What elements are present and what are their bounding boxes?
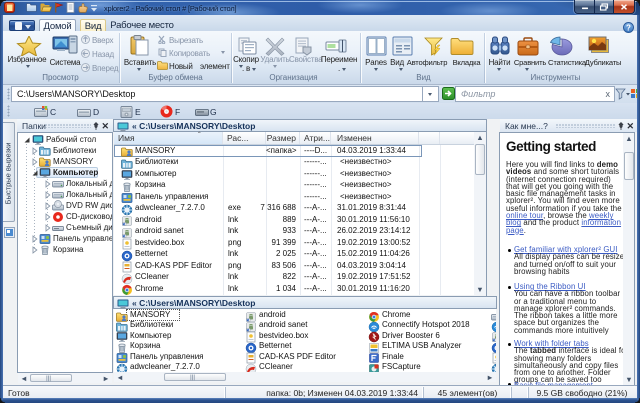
- svg-text:?: ?: [626, 24, 631, 33]
